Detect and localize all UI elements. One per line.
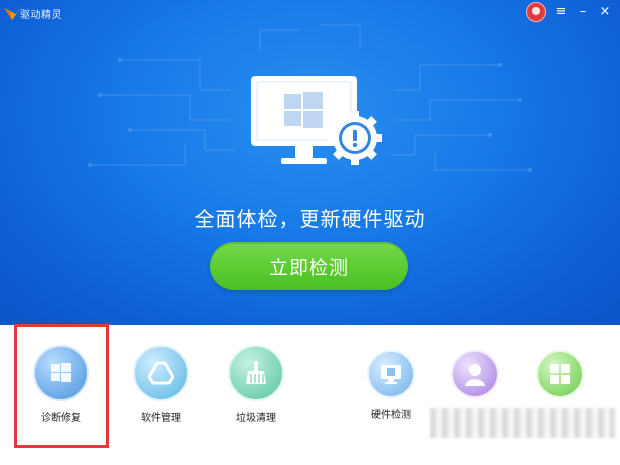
window-controls: ≡ – × (526, 2, 612, 22)
hero-panel: 驱动精灵 ≡ – × 全面体检，更新硬件驱动 立即检测 (0, 0, 620, 325)
watermark (430, 408, 615, 438)
menu-icon[interactable]: ≡ (554, 3, 568, 21)
title-bar: 驱动精灵 ≡ – × (0, 0, 620, 26)
tool-label: 软件管理 (141, 413, 181, 424)
triangle-drive-icon (133, 345, 189, 401)
minimize-button[interactable]: – (576, 3, 590, 21)
monitor-chip-icon (367, 350, 415, 398)
user-avatar[interactable] (526, 2, 546, 22)
tool-label: 硬件检测 (371, 410, 411, 421)
monitor-illustration-icon (251, 76, 382, 165)
tool-software-manage[interactable]: 软件管理 (130, 345, 192, 424)
tool-label: 垃圾清理 (236, 413, 276, 424)
app-window: 驱动精灵 ≡ – × 全面体检，更新硬件驱动 立即检测 诊断修复 软件管理 垃圾… (0, 0, 620, 465)
grid-icon (536, 350, 584, 398)
hero-headline: 全面体检，更新硬件驱动 (194, 207, 426, 231)
tool-more-apps[interactable] (535, 350, 585, 406)
highlight-box (14, 324, 109, 448)
tool-user-service[interactable] (450, 350, 500, 406)
tool-hardware-check[interactable]: 硬件检测 (366, 350, 416, 421)
app-title: 驱动精灵 (20, 10, 62, 21)
tool-junk-clean[interactable]: 垃圾清理 (225, 345, 287, 424)
scan-now-button[interactable]: 立即检测 (210, 242, 408, 290)
close-button[interactable]: × (598, 3, 612, 21)
broom-icon (228, 345, 284, 401)
person-icon (451, 350, 499, 398)
